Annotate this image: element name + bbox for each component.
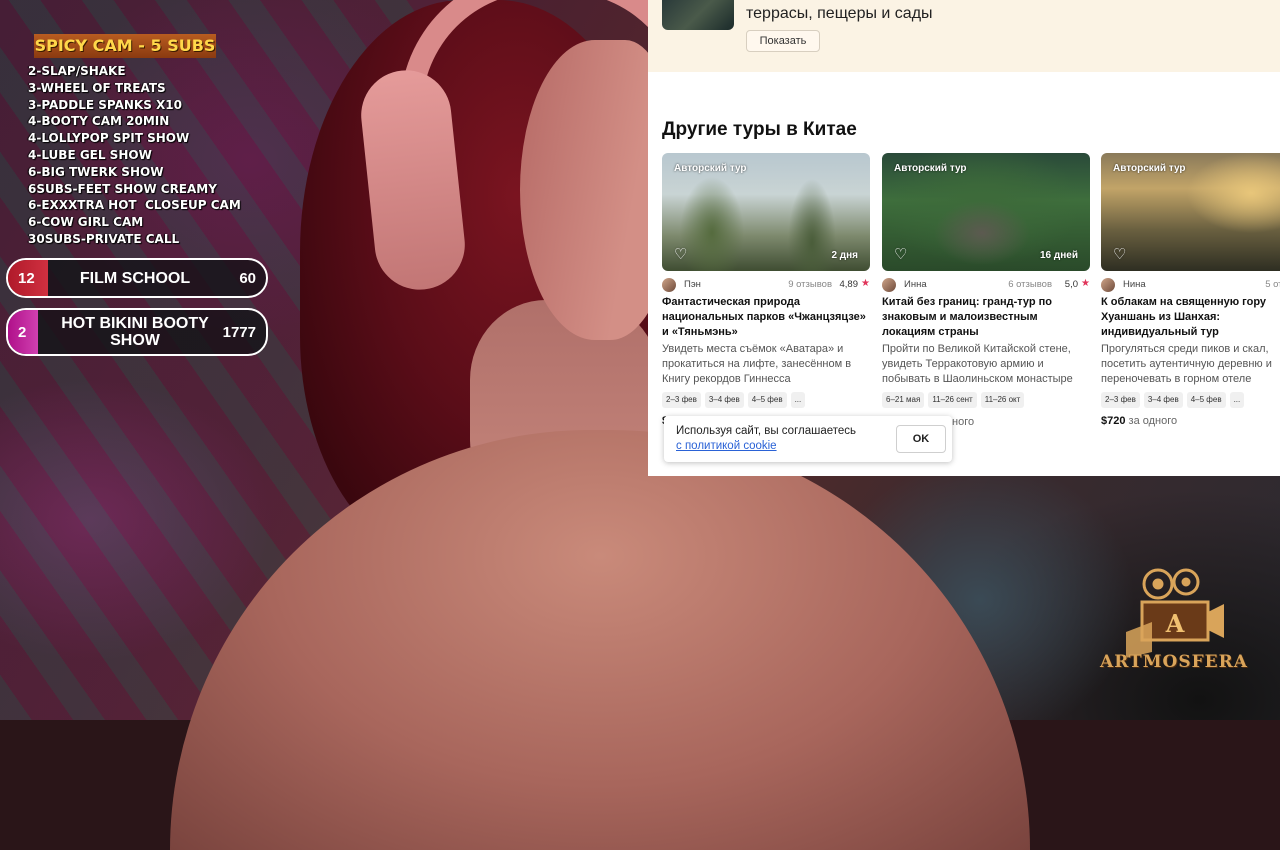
tip-menu-title: SPICY CAM - 5 SUBS bbox=[34, 34, 216, 58]
tip-menu-item: 30SUBS-PRIVATE CALL bbox=[28, 231, 180, 246]
reviews-count[interactable]: 5 отзывов bbox=[1265, 279, 1280, 290]
price-suffix: за одного bbox=[1125, 415, 1178, 427]
goal-count: 2 bbox=[18, 323, 27, 341]
date-chip[interactable]: 6–21 мая bbox=[882, 392, 925, 408]
tour-title[interactable]: Фантастическая природа национальных парк… bbox=[662, 295, 870, 340]
cookie-ok-button[interactable]: OK bbox=[896, 425, 946, 453]
favorite-heart-icon[interactable]: ♡ bbox=[1113, 247, 1126, 262]
section-thumbnail[interactable] bbox=[662, 0, 734, 30]
tour-description: Увидеть места съёмок «Аватара» и прокати… bbox=[662, 343, 852, 385]
tour-badge: Авторский тур bbox=[674, 163, 747, 174]
tour-badge: Авторский тур bbox=[1113, 163, 1186, 174]
tip-menu-item: 3-PADDLE SPANKS X10 bbox=[28, 97, 182, 112]
show-button[interactable]: Показать bbox=[746, 30, 820, 52]
date-chip[interactable]: 3–4 фев bbox=[704, 392, 744, 408]
logo-letter: A bbox=[1165, 609, 1185, 638]
author-name[interactable]: Пэн bbox=[684, 279, 701, 290]
author-name[interactable]: Инна bbox=[904, 279, 927, 290]
date-chip[interactable]: 2–3 фев bbox=[662, 392, 701, 408]
tip-menu-item: 6-COW GIRL CAM bbox=[28, 215, 144, 230]
tip-menu-list: 2-SLAP/SHAKE 3-WHEEL OF TREATS 3-PADDLE … bbox=[28, 63, 241, 248]
tour-image[interactable]: Авторский тур ♡ 2 дня bbox=[662, 153, 870, 271]
date-chip[interactable]: 4–5 фев bbox=[747, 392, 787, 408]
star-icon: ★ bbox=[1081, 278, 1090, 289]
goal-target: 60 bbox=[239, 269, 256, 287]
tip-menu-item: 6-EXXXTRA HOT CLOSEUP CAM bbox=[28, 198, 241, 213]
film-camera-logo-icon: A bbox=[1126, 568, 1224, 658]
goal-target: 1777 bbox=[222, 323, 256, 341]
tip-menu-item: 6-BIG TWERK SHOW bbox=[28, 164, 164, 179]
tour-description: Прогуляться среди пиков и скал, посетить… bbox=[1101, 343, 1272, 385]
previous-section: террасы, пещеры и сады Показать bbox=[648, 0, 1280, 72]
price-value: $720 bbox=[1101, 415, 1126, 427]
tour-dates: 2–3 фев 3–4 фев 4–5 фев ... bbox=[662, 392, 806, 408]
cookie-banner: Используя сайт, вы соглашаетесь с полити… bbox=[664, 416, 952, 462]
avatar bbox=[1101, 278, 1115, 292]
tour-card[interactable]: Авторский тур ♡ 2 Нина 5 отзывов К облак… bbox=[1101, 153, 1280, 443]
favorite-heart-icon[interactable]: ♡ bbox=[894, 247, 907, 262]
tour-badge: Авторский тур bbox=[894, 163, 967, 174]
cookie-message: Используя сайт, вы соглашаетесь bbox=[676, 425, 857, 437]
tour-price: $720 за одного bbox=[1101, 415, 1177, 427]
goal-bar-bikini-show: 2 HOT BIKINI BOOTY SHOW 1777 bbox=[6, 308, 268, 356]
author-name[interactable]: Нина bbox=[1123, 279, 1146, 290]
logo-text: ARTMOSFERA bbox=[1100, 652, 1248, 672]
favorite-heart-icon[interactable]: ♡ bbox=[674, 247, 687, 262]
date-chip-more[interactable]: ... bbox=[1229, 392, 1245, 408]
reviews-count[interactable]: 6 отзывов bbox=[1008, 279, 1052, 290]
avatar bbox=[662, 278, 676, 292]
goal-label: FILM SCHOOL bbox=[79, 269, 191, 287]
tip-menu-item: 4-LUBE GEL SHOW bbox=[28, 147, 152, 162]
tip-menu-item: 3-WHEEL OF TREATS bbox=[28, 80, 166, 95]
section-caption: террасы, пещеры и сады bbox=[746, 5, 933, 22]
browser-capture: террасы, пещеры и сады Показать Другие т… bbox=[648, 0, 1280, 476]
tip-menu-item: 4-BOOTY CAM 20MIN bbox=[28, 114, 170, 129]
tour-description: Пройти по Великой Китайской стене, увиде… bbox=[882, 343, 1073, 385]
star-icon: ★ bbox=[861, 278, 870, 289]
tour-card[interactable]: Авторский тур ♡ 2 дня Пэн 9 отзывов 4,89… bbox=[662, 153, 872, 443]
tour-duration: 16 дней bbox=[1040, 250, 1078, 261]
tip-menu-item: 2-SLAP/SHAKE bbox=[28, 64, 126, 78]
tip-menu-item: 4-LOLLYPOP SPIT SHOW bbox=[28, 131, 190, 146]
tour-meta: Пэн 9 отзывов 4,89 ★ bbox=[662, 278, 870, 292]
date-chip[interactable]: 11–26 окт bbox=[980, 392, 1025, 408]
avatar bbox=[882, 278, 896, 292]
date-chip-more[interactable]: ... bbox=[790, 392, 806, 408]
tour-title[interactable]: Китай без границ: гранд-тур по знаковым … bbox=[882, 295, 1090, 340]
tour-image[interactable]: Авторский тур ♡ 16 дней bbox=[882, 153, 1090, 271]
date-chip[interactable]: 4–5 фев bbox=[1186, 392, 1226, 408]
tour-dates: 2–3 фев 3–4 фев 4–5 фев ... bbox=[1101, 392, 1245, 408]
cookie-policy-link[interactable]: с политикой cookie bbox=[676, 440, 777, 452]
tour-image[interactable]: Авторский тур ♡ 2 bbox=[1101, 153, 1280, 271]
cookie-text: Используя сайт, вы соглашаетесь с полити… bbox=[676, 424, 856, 454]
goal-count: 12 bbox=[18, 269, 35, 287]
artmosfera-logo: A ARTMOSFERA bbox=[1086, 562, 1262, 692]
tour-dates: 6–21 мая 11–26 сент 11–26 окт bbox=[882, 392, 1025, 408]
tour-price-partial: ного bbox=[952, 416, 975, 428]
rating-value: 5,0 bbox=[1064, 279, 1078, 290]
date-chip[interactable]: 11–26 сент bbox=[928, 392, 977, 408]
goal-label: HOT BIKINI BOOTY SHOW bbox=[61, 315, 209, 349]
tour-meta: Нина 5 отзывов bbox=[1101, 278, 1280, 292]
reviews-count[interactable]: 9 отзывов bbox=[788, 279, 832, 290]
tour-card[interactable]: Авторский тур ♡ 16 дней Инна 6 отзывов 5… bbox=[882, 153, 1092, 443]
tour-title[interactable]: К облакам на священную гору Хуаншань из … bbox=[1101, 295, 1280, 340]
tour-meta: Инна 6 отзывов 5,0 ★ bbox=[882, 278, 1090, 292]
tour-duration: 2 дня bbox=[831, 250, 858, 261]
rating-value: 4,89 bbox=[839, 279, 859, 290]
date-chip[interactable]: 3–4 фев bbox=[1143, 392, 1183, 408]
section-title: Другие туры в Китае bbox=[662, 119, 857, 140]
goal-bar-film-school: 12 FILM SCHOOL 60 bbox=[6, 258, 268, 298]
tip-menu-item: 6SUBS-FEET SHOW CREAMY bbox=[28, 181, 217, 196]
date-chip[interactable]: 2–3 фев bbox=[1101, 392, 1140, 408]
